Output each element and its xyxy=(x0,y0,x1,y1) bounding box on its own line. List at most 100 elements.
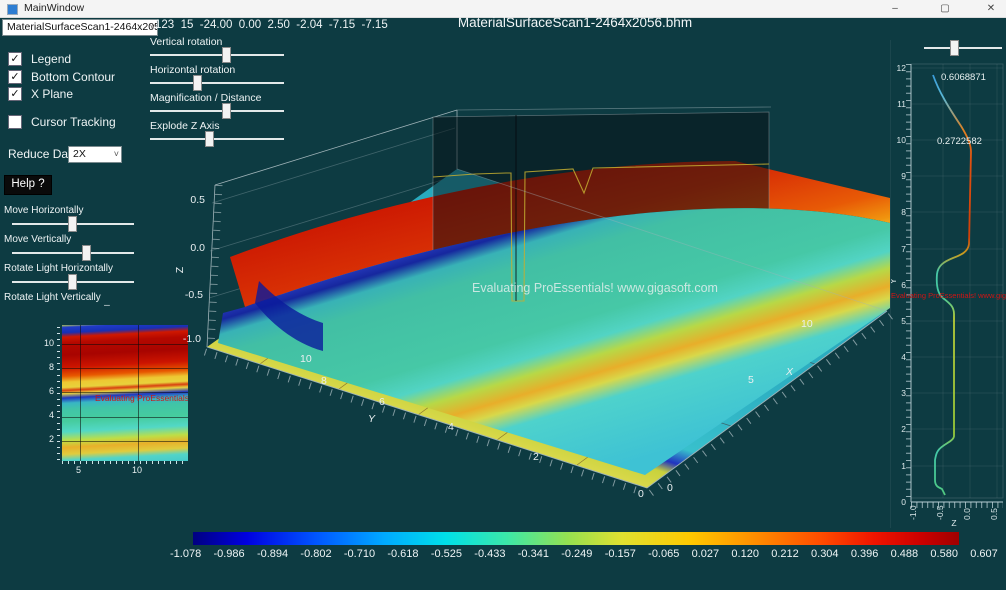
checkbox-label: Legend xyxy=(31,52,71,66)
colorbar-label: -0.157 xyxy=(605,548,636,560)
rotate-light-vertical-slider[interactable]: – xyxy=(104,299,110,311)
check-icon: ✓ xyxy=(10,53,19,65)
cursor-readout: 123 15 -24.00 0.00 2.50 -2.04 -7.15 -7.1… xyxy=(155,19,388,31)
slider-track[interactable] xyxy=(12,252,134,254)
watermark: Evaluating ProEssentials! www.gigasoft.c… xyxy=(472,281,718,295)
reduce-data-dropdown[interactable]: 2X ˅ xyxy=(68,146,122,163)
profile-x-tick: 0.0 xyxy=(962,508,972,520)
maximize-button[interactable]: ▢ xyxy=(930,0,960,17)
minimap-y-tick-label: 4 xyxy=(40,410,54,420)
colorbar-label: -0.802 xyxy=(300,548,331,560)
minimap-x-tick-label: 10 xyxy=(132,465,142,475)
checkbox-label: Cursor Tracking xyxy=(31,115,116,129)
checkbox-box[interactable]: ✓ xyxy=(8,52,22,66)
app-icon xyxy=(7,4,18,15)
z-axis-label: Z xyxy=(175,266,186,273)
minimap-y-tick-label: 2 xyxy=(40,434,54,444)
profile-y-tick: 10 xyxy=(897,135,907,145)
y-tick-label: 0 xyxy=(638,488,644,500)
profile-annotation: 0.2722582 xyxy=(937,136,982,147)
check-icon: ✓ xyxy=(10,88,19,100)
slider-thumb[interactable] xyxy=(82,245,91,261)
colorbar-label: -0.618 xyxy=(387,548,418,560)
y-tick-label: 4 xyxy=(448,421,454,433)
file-dropdown-value: MaterialSurfaceScan1-2464x2056.bhm xyxy=(7,21,158,33)
colorbar-label: -1.078 xyxy=(170,548,201,560)
profile-y-tick: 3 xyxy=(901,388,906,398)
colorbar xyxy=(193,532,959,545)
checkbox-label: X Plane xyxy=(31,87,73,101)
colorbar-label: 0.027 xyxy=(692,548,720,560)
move-horizontal-slider[interactable] xyxy=(12,216,134,232)
file-dropdown[interactable]: MaterialSurfaceScan1-2464x2056.bhm ˅ xyxy=(2,19,158,36)
colorbar-label: -0.433 xyxy=(474,548,505,560)
help-button[interactable]: Help ? xyxy=(4,175,52,195)
colorbar-labels: -1.078 -0.986 -0.894 -0.802 -0.710 -0.61… xyxy=(170,548,998,560)
minimize-button[interactable]: – xyxy=(880,0,910,17)
minimap-y-ticks xyxy=(57,327,60,462)
profile-axes xyxy=(909,64,1004,505)
colorbar-label: -0.249 xyxy=(561,548,592,560)
reduce-data-value: 2X xyxy=(73,148,86,160)
checkbox-bottom-contour[interactable]: ✓ Bottom Contour xyxy=(8,70,115,84)
colorbar-label: 0.120 xyxy=(731,548,759,560)
profile-y-tick: 6 xyxy=(901,280,906,290)
y-tick-label: 10 xyxy=(300,353,312,365)
rotate-light-horizontal-slider[interactable] xyxy=(12,274,134,290)
checkbox-x-plane[interactable]: ✓ X Plane xyxy=(8,87,73,101)
profile-y-tick: 11 xyxy=(897,99,906,109)
checkbox-cursor-tracking[interactable]: ✓ Cursor Tracking xyxy=(8,115,116,129)
colorbar-label: -0.341 xyxy=(518,548,549,560)
minimap-x-ticks xyxy=(62,461,188,464)
surface-3d-plot[interactable]: 0.5 0.0 -0.5 -1.0 Z 10 8 6 4 2 0 Y 0 5 1… xyxy=(175,55,895,525)
y-tick-label: 8 xyxy=(321,375,327,387)
checkbox-box[interactable]: ✓ xyxy=(8,115,22,129)
slider-thumb[interactable] xyxy=(68,274,77,290)
profile-grid xyxy=(911,64,1003,498)
slider-track[interactable] xyxy=(924,47,1002,49)
plot-border xyxy=(911,64,1003,498)
checkbox-legend[interactable]: ✓ Legend xyxy=(8,52,71,66)
minimap-x-tick-label: 5 xyxy=(76,465,81,475)
profile-x-axis-label: Z xyxy=(951,518,956,528)
watermark: Evaluating ProEssentials! www.gigasoft.c… xyxy=(891,291,1006,300)
slider-thumb[interactable] xyxy=(950,40,959,56)
slider-thumb[interactable] xyxy=(68,216,77,232)
colorbar-label: 0.396 xyxy=(851,548,879,560)
bottom-contour-minimap[interactable]: Evaluating ProEssentials! www.gigasoft.c… xyxy=(62,325,188,461)
colorbar-label: 0.304 xyxy=(811,548,839,560)
y-tick-label: 6 xyxy=(379,396,385,408)
profile-y-tick: 8 xyxy=(901,207,906,217)
z-profile-plot[interactable]: 0.6068871 0.2722582 12 11 10 9 8 7 6 5 4… xyxy=(891,62,1006,528)
profile-y-tick: 2 xyxy=(901,424,906,434)
profile-y-axis-label: Y xyxy=(891,278,898,284)
colorbar-label: -0.894 xyxy=(257,548,288,560)
check-icon: ✓ xyxy=(10,71,19,83)
colorbar-label: 0.607 xyxy=(970,548,998,560)
profile-y-tick: 1 xyxy=(901,461,906,471)
plot-title: MaterialSurfaceScan1-2464x2056.bhm xyxy=(410,15,740,30)
slider-label-move-horizontally: Move Horizontally xyxy=(4,205,83,216)
x-tick-label: 10 xyxy=(801,318,813,330)
checkbox-box[interactable]: ✓ xyxy=(8,70,22,84)
profile-y-tick: 0 xyxy=(901,497,906,507)
colorbar-label: -0.525 xyxy=(431,548,462,560)
colorbar-label: 0.488 xyxy=(891,548,919,560)
profile-y-tick: 7 xyxy=(901,244,906,254)
profile-slider[interactable] xyxy=(924,40,1002,56)
x-tick-label: 0 xyxy=(667,482,673,494)
checkbox-box[interactable]: ✓ xyxy=(8,87,22,101)
colorbar-label: 0.580 xyxy=(930,548,958,560)
slider-label-rotate-light-horizontally: Rotate Light Horizontally xyxy=(4,263,113,274)
checkbox-label: Bottom Contour xyxy=(31,70,115,84)
x-axis-label: X xyxy=(785,366,794,378)
x-tick-label: 5 xyxy=(748,374,754,386)
slider-label-move-vertically: Move Vertically xyxy=(4,234,71,245)
profile-y-tick: 4 xyxy=(901,352,906,362)
minimap-y-tick-label: 8 xyxy=(40,362,54,372)
z-tick-label: 0.5 xyxy=(190,194,205,206)
profile-y-tick: 12 xyxy=(897,63,907,73)
close-button[interactable]: ✕ xyxy=(976,0,1006,17)
window-title: MainWindow xyxy=(24,2,84,14)
move-vertical-slider[interactable] xyxy=(12,245,134,261)
